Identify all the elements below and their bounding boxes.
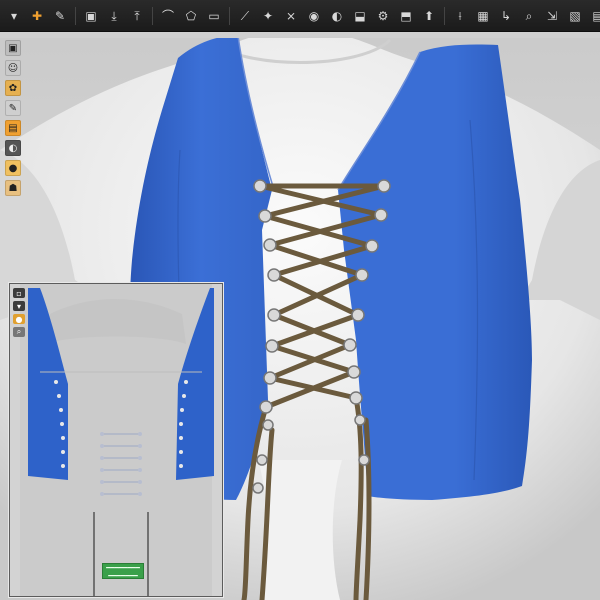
pin-icon[interactable]: ⬆ bbox=[421, 8, 437, 24]
edit-point-icon[interactable]: ● bbox=[13, 314, 25, 324]
toolbar-separator bbox=[229, 6, 230, 25]
measure-icon[interactable]: ⟊ bbox=[452, 8, 468, 24]
toolbar-separator bbox=[152, 6, 153, 25]
chevron-down-icon[interactable]: ▾ bbox=[6, 8, 22, 24]
pattern-status-badge: ━━━━━━━━ ━━━━━━━ bbox=[102, 563, 144, 579]
color-icon[interactable]: ● bbox=[5, 160, 21, 176]
rectangle-tool-icon[interactable]: ▭ bbox=[206, 8, 222, 24]
pattern-canvas[interactable] bbox=[10, 284, 222, 596]
zoom-icon[interactable]: ⌕ bbox=[13, 327, 25, 337]
2d-side-toolbar: ▫ ▾ ● ⌕ bbox=[13, 288, 27, 337]
material-icon[interactable]: ✿ bbox=[5, 80, 21, 96]
curve-point-icon[interactable]: ↳ bbox=[498, 8, 514, 24]
shading-icon[interactable]: ◐ bbox=[5, 140, 21, 156]
zoom-icon[interactable]: ⌕ bbox=[521, 8, 537, 24]
import-icon[interactable]: ⤓ bbox=[106, 8, 122, 24]
display-icon[interactable]: ▧ bbox=[567, 8, 583, 24]
avatar-icon[interactable]: ☺ bbox=[5, 60, 21, 76]
main-toolbar: ▾ ✚ ✎ ▣ ⤓ ⤒ ⌒ ⬠ ▭ ⟋ ✦ ⨯ ◉ ◐ ⬓ ⚙ ⬒ ⬆ ⟊ ▦ … bbox=[0, 0, 600, 32]
2d-pattern-window[interactable]: ▫ ▾ ● ⌕ ━━━━━━━━ ━━━━━━━ bbox=[9, 283, 223, 597]
select-icon[interactable]: ▣ bbox=[5, 40, 21, 56]
add-point-icon[interactable]: ✚ bbox=[29, 8, 45, 24]
arrangement-icon[interactable]: ⬓ bbox=[352, 8, 368, 24]
sew-icon[interactable]: ⨯ bbox=[283, 8, 299, 24]
layer-icon[interactable]: ⬒ bbox=[398, 8, 414, 24]
edit-curve-icon[interactable]: ✎ bbox=[52, 8, 68, 24]
simulate-icon[interactable]: ⚙ bbox=[375, 8, 391, 24]
grid-icon[interactable]: ▦ bbox=[475, 8, 491, 24]
fold-icon[interactable]: ⟋ bbox=[237, 8, 253, 24]
seam-line-icon[interactable]: ◐ bbox=[329, 8, 345, 24]
select-pattern-icon[interactable]: ▫ bbox=[13, 288, 25, 298]
status-line: ━━━━━━━ bbox=[108, 572, 138, 579]
save-icon[interactable]: ▣ bbox=[83, 8, 99, 24]
pose-icon[interactable]: ☗ bbox=[5, 180, 21, 196]
brush-icon[interactable]: ✎ bbox=[5, 100, 21, 116]
stretch-icon[interactable]: ⇲ bbox=[544, 8, 560, 24]
trace-icon[interactable]: ◉ bbox=[306, 8, 322, 24]
toolbar-separator bbox=[444, 6, 445, 25]
curve-tool-icon[interactable]: ⌒ bbox=[160, 8, 176, 24]
texture-icon[interactable]: ▤ bbox=[5, 120, 21, 136]
export-icon[interactable]: ⤒ bbox=[129, 8, 145, 24]
toolbar-separator bbox=[75, 6, 76, 25]
transform-pattern-icon[interactable]: ▾ bbox=[13, 301, 25, 311]
3d-side-toolbar: ▣ ☺ ✿ ✎ ▤ ◐ ● ☗ bbox=[5, 40, 23, 196]
fabric-icon[interactable]: ▤ bbox=[590, 8, 600, 24]
tack-icon[interactable]: ✦ bbox=[260, 8, 276, 24]
status-line: ━━━━━━━━ bbox=[106, 564, 140, 572]
polygon-tool-icon[interactable]: ⬠ bbox=[183, 8, 199, 24]
viewport-top-strip bbox=[0, 32, 600, 38]
